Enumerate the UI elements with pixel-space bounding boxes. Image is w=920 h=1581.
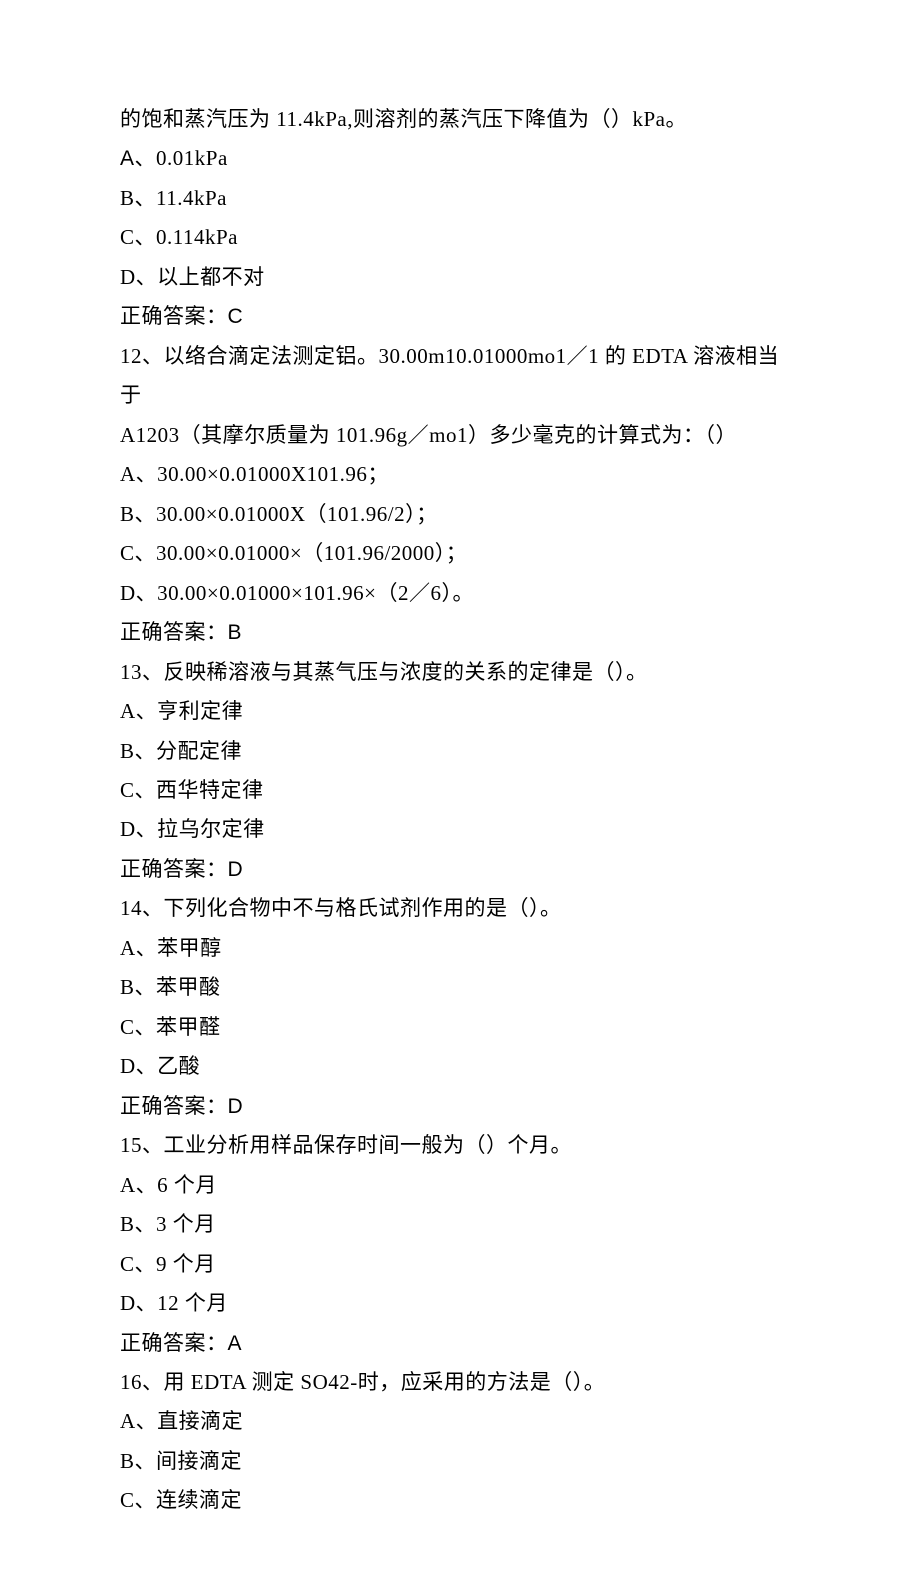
text-line: 13、反映稀溶液与其蒸气压与浓度的关系的定律是（）。: [120, 653, 800, 692]
text-line: D、以上都不对: [120, 258, 800, 297]
text-line: A、亨利定律: [120, 692, 800, 731]
answer-letter: A: [228, 1332, 243, 1355]
text-line: B、间接滴定: [120, 1442, 800, 1481]
text-line: C、30.00×0.01000×（101.96/2000）；: [120, 534, 800, 573]
text-line: 12、以络合滴定法测定铝。30.00m10.01000mo1／1 的 EDTA …: [120, 337, 800, 416]
text-line: D、12 个月: [120, 1284, 800, 1323]
text-line: C、西华特定律: [120, 771, 800, 810]
text-line: A1203（其摩尔质量为 101.96g／mo1）多少毫克的计算式为：（）: [120, 416, 800, 455]
text-line: A、6 个月: [120, 1166, 800, 1205]
text-line: 14、下列化合物中不与格氏试剂作用的是（）。: [120, 889, 800, 928]
text-line: A、0.01kPa: [120, 139, 800, 178]
text-line: 正确答案：D: [120, 1087, 800, 1126]
option-letter: A: [120, 147, 135, 170]
answer-letter: B: [228, 621, 243, 644]
text-line: B、30.00×0.01000X（101.96/2）；: [120, 495, 800, 534]
text-line: 16、用 EDTA 测定 SO42-时，应采用的方法是（）。: [120, 1363, 800, 1402]
text-line: 的饱和蒸汽压为 11.4kPa,则溶剂的蒸汽压下降值为（）kPa。: [120, 100, 800, 139]
answer-letter: C: [228, 305, 244, 328]
text-line: 正确答案：A: [120, 1324, 800, 1363]
text-line: B、苯甲酸: [120, 968, 800, 1007]
text-line: C、0.114kPa: [120, 218, 800, 257]
text-line: A、直接滴定: [120, 1402, 800, 1441]
text-line: D、乙酸: [120, 1047, 800, 1086]
text-line: B、分配定律: [120, 732, 800, 771]
text-line: D、30.00×0.01000×101.96×（2／6）。: [120, 574, 800, 613]
text-line: C、苯甲醛: [120, 1008, 800, 1047]
text-line: 正确答案：C: [120, 297, 800, 336]
answer-letter: D: [228, 1095, 244, 1118]
text-line: C、9 个月: [120, 1245, 800, 1284]
text-line: 15、工业分析用样品保存时间一般为（）个月。: [120, 1126, 800, 1165]
text-line: 正确答案：B: [120, 613, 800, 652]
text-line: B、11.4kPa: [120, 179, 800, 218]
text-line: 正确答案：D: [120, 850, 800, 889]
text-line: A、30.00×0.01000X101.96；: [120, 455, 800, 494]
text-line: C、连续滴定: [120, 1481, 800, 1520]
text-line: B、3 个月: [120, 1205, 800, 1244]
document-page: 的饱和蒸汽压为 11.4kPa,则溶剂的蒸汽压下降值为（）kPa。A、0.01k…: [0, 0, 920, 1581]
text-line: D、拉乌尔定律: [120, 810, 800, 849]
text-line: A、苯甲醇: [120, 929, 800, 968]
answer-letter: D: [228, 858, 244, 881]
